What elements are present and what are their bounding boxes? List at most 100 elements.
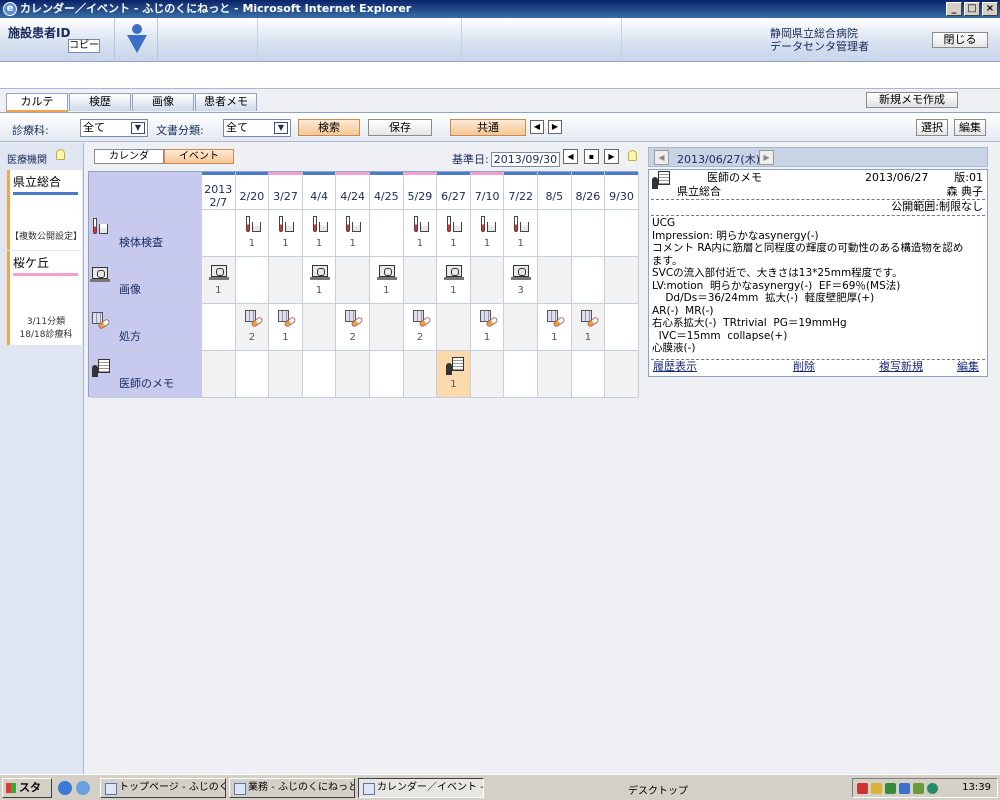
event-cell[interactable]: 2 (336, 304, 370, 351)
date-header[interactable]: 5/29 (403, 172, 438, 210)
rx-event-icon[interactable] (479, 310, 499, 330)
lightbulb-icon[interactable] (628, 150, 637, 161)
event-cell[interactable]: 1 (269, 304, 303, 351)
lightbulb-icon[interactable] (56, 149, 65, 160)
event-cell[interactable]: 1 (370, 257, 404, 304)
event-cell[interactable]: 1 (403, 210, 438, 257)
row-label-memo[interactable]: 医師のメモ (89, 351, 202, 398)
rx-event-icon[interactable] (278, 310, 297, 330)
test-event-icon[interactable] (345, 216, 362, 236)
event-cell[interactable]: 1 (470, 210, 505, 257)
date-header[interactable]: 3/27 (269, 172, 303, 210)
date-header[interactable]: 4/4 (302, 172, 337, 210)
img-event-icon[interactable] (444, 263, 465, 283)
test-event-icon[interactable] (245, 216, 261, 236)
event-cell[interactable]: 1 (235, 210, 270, 257)
tray-icon[interactable] (899, 783, 910, 794)
date-header[interactable]: 2/20 (235, 172, 270, 210)
date-header[interactable]: 9/30 (605, 172, 639, 210)
event-cell[interactable]: 2 (235, 304, 270, 351)
copy-button[interactable]: コピー (68, 39, 100, 53)
event-cell[interactable]: 1 (538, 304, 572, 351)
rx-event-icon[interactable] (580, 310, 600, 330)
sidebar-item-sakuragaoka[interactable]: 桜ケ丘 3/11分類 18/18診療科 (7, 251, 82, 345)
rx-event-icon[interactable] (547, 310, 566, 330)
memo-event-icon[interactable] (446, 357, 465, 377)
date-header[interactable]: 7/22 (504, 172, 538, 210)
tray-icon[interactable] (871, 783, 882, 794)
tab-calendar[interactable]: カレンダ (94, 149, 164, 164)
row-label-test[interactable]: 検体検査 (89, 210, 202, 257)
event-cell[interactable]: 1 (302, 257, 337, 304)
rx-event-icon[interactable] (345, 310, 365, 330)
dropdown-arrow-icon[interactable]: ▼ (131, 122, 145, 134)
tab-images[interactable]: 画像 (132, 93, 194, 111)
department-select[interactable]: 全て ▼ (80, 119, 148, 137)
memo-prev-icon[interactable]: ◀ (654, 150, 669, 165)
tray-icon[interactable] (913, 783, 924, 794)
event-cell[interactable]: 1 (202, 257, 236, 304)
test-event-icon[interactable] (278, 216, 295, 236)
date-prev-icon[interactable]: ◀ (563, 149, 578, 164)
event-cell[interactable]: 1 (269, 210, 303, 257)
next-arrow-icon[interactable]: ▶ (548, 120, 562, 134)
event-cell[interactable]: 1 (437, 351, 471, 398)
tab-karte[interactable]: カルテ (6, 93, 68, 112)
memo-next-icon[interactable]: ▶ (759, 150, 774, 165)
edit-link[interactable]: 編集 (957, 360, 979, 374)
date-header[interactable]: 2013 2/7 (202, 172, 236, 210)
date-header[interactable]: 4/25 (370, 172, 404, 210)
rx-event-icon[interactable] (244, 310, 264, 330)
task-calendar[interactable]: カレンダー／イベント - ... (358, 778, 484, 798)
search-button[interactable]: 検索 (298, 119, 360, 136)
date-next-icon[interactable]: ▶ (604, 149, 619, 164)
date-header[interactable]: 6/27 (437, 172, 471, 210)
shared-button[interactable]: 共通 (450, 119, 526, 136)
tray-icon[interactable] (857, 783, 868, 794)
close-window-button[interactable]: × (982, 2, 998, 16)
test-event-icon[interactable] (480, 216, 496, 236)
ie-quicklaunch-icon[interactable] (58, 781, 72, 795)
start-button[interactable]: スタート (2, 778, 52, 800)
test-event-icon[interactable] (446, 216, 463, 236)
row-label-rx[interactable]: 処方 (89, 304, 202, 351)
dropdown-arrow-icon[interactable]: ▼ (274, 122, 288, 134)
event-cell[interactable]: 1 (504, 210, 538, 257)
rx-event-icon[interactable] (412, 310, 432, 330)
sidebar-item-kenritsu[interactable]: 県立総合 【複数公開設定】 (7, 170, 82, 250)
history-link[interactable]: 履歴表示 (653, 360, 697, 374)
date-header[interactable]: 8/26 (571, 172, 606, 210)
test-event-icon[interactable] (413, 216, 429, 236)
copy-new-link[interactable]: 複写新規 (879, 360, 923, 374)
base-date-value[interactable]: 2013/09/30 (490, 152, 561, 167)
event-cell[interactable]: 1 (571, 304, 606, 351)
test-event-icon[interactable] (513, 216, 530, 236)
task-business[interactable]: 業務 - ふじのくにねっと - ... (229, 778, 355, 798)
select-button[interactable]: 選択 (916, 119, 948, 136)
new-memo-button[interactable]: 新規メモ作成 (866, 92, 958, 108)
img-event-icon[interactable] (209, 263, 229, 283)
date-today-icon[interactable]: ▪ (584, 149, 599, 164)
tray-icon[interactable] (885, 783, 896, 794)
date-header[interactable]: 4/24 (336, 172, 370, 210)
delete-link[interactable]: 削除 (793, 360, 815, 374)
event-cell[interactable]: 1 (336, 210, 370, 257)
tab-lab-history[interactable]: 検歴 (69, 93, 131, 111)
img-event-icon[interactable] (377, 263, 397, 283)
date-header[interactable]: 7/10 (470, 172, 505, 210)
minimize-button[interactable]: _ (946, 2, 962, 16)
save-button[interactable]: 保存 (368, 119, 432, 136)
tab-event[interactable]: イベント (164, 149, 234, 164)
tab-patient-memo[interactable]: 患者メモ (195, 93, 257, 111)
event-cell[interactable]: 2 (403, 304, 438, 351)
event-cell[interactable]: 1 (302, 210, 337, 257)
event-cell[interactable]: 1 (437, 210, 471, 257)
explorer-quicklaunch-icon[interactable] (76, 781, 90, 795)
event-cell[interactable]: 1 (437, 257, 471, 304)
doctype-select[interactable]: 全て ▼ (223, 119, 291, 137)
test-event-icon[interactable] (312, 216, 328, 236)
prev-arrow-icon[interactable]: ◀ (530, 120, 544, 134)
close-button[interactable]: 閉じる (932, 32, 988, 48)
img-event-icon[interactable] (309, 263, 330, 283)
event-cell[interactable]: 3 (504, 257, 538, 304)
